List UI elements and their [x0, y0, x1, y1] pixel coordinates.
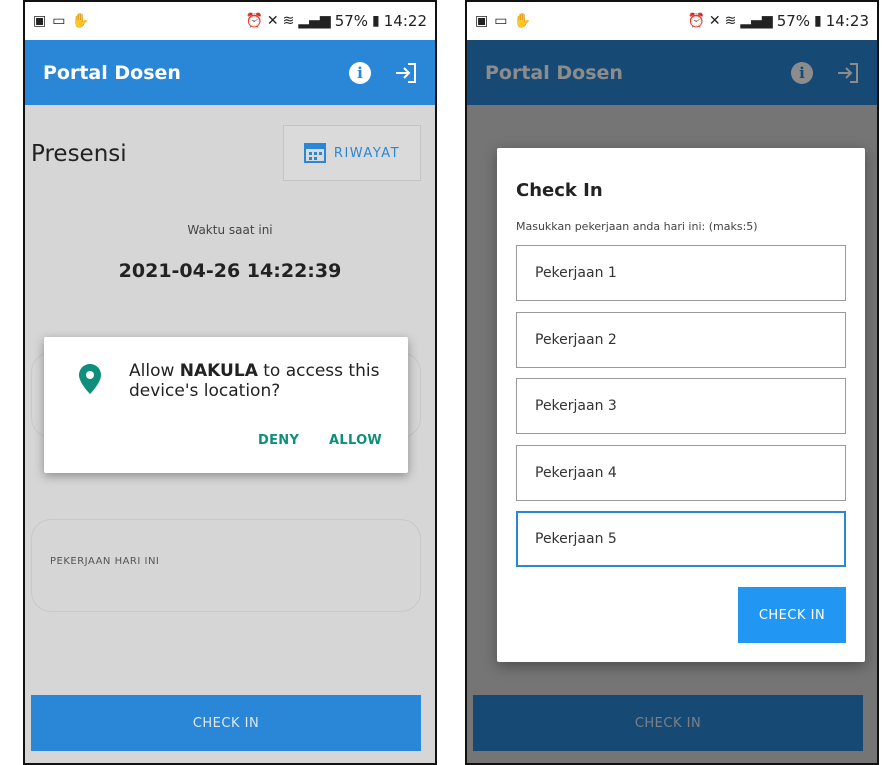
status-notification-icons: ▣ ▭ ✋ [475, 13, 531, 29]
pekerjaan-input-5[interactable] [516, 511, 846, 567]
pekerjaan-input-4[interactable] [516, 445, 846, 501]
app-title: Portal Dosen [43, 61, 181, 84]
checkin-button[interactable]: CHECK IN [31, 695, 421, 751]
current-time-label: Waktu saat ini [187, 223, 273, 237]
status-time: 14:23 [825, 12, 869, 30]
info-icon[interactable]: i [349, 61, 371, 84]
hand-icon: ✋ [513, 13, 531, 29]
signal-icon: ▂▄▆ [298, 13, 331, 29]
battery-icon: ▮ [814, 13, 822, 29]
screen-icon: ▭ [52, 13, 66, 29]
image-icon: ▣ [33, 13, 47, 29]
dialog-title: Check In [516, 180, 603, 201]
screen-icon: ▭ [494, 13, 508, 29]
checkin-dialog: Check In Masukkan pekerjaan anda hari in… [497, 148, 865, 662]
location-pin-icon [79, 364, 101, 394]
phone-screen-checkin: ▣ ▭ ✋ ⏰ ✕ ≋ ▂▄▆ 57% ▮ 14:23 Portal Dosen… [465, 0, 879, 765]
image-icon: ▣ [475, 13, 489, 29]
status-system-icons: ⏰ ✕ ≋ ▂▄▆ 57% ▮ 14:23 [687, 12, 869, 30]
pekerjaan-input-2[interactable] [516, 312, 846, 368]
mute-icon: ✕ [266, 13, 279, 29]
wifi-icon: ≋ [724, 13, 737, 29]
permission-app-name: NAKULA [179, 361, 258, 381]
status-bar: ▣ ▭ ✋ ⏰ ✕ ≋ ▂▄▆ 57% ▮ 14:23 [467, 2, 877, 40]
battery-percent: 57% [334, 12, 369, 30]
checkin-label: CHECK IN [192, 715, 260, 731]
presensi-content: Presensi RIWAYAT Waktu saat ini 2021-04-… [25, 105, 435, 763]
status-notification-icons: ▣ ▭ ✋ [33, 13, 89, 29]
allow-button[interactable]: ALLOW [329, 433, 382, 448]
pekerjaan-input-3[interactable] [516, 378, 846, 434]
status-bar: ▣ ▭ ✋ ⏰ ✕ ≋ ▂▄▆ 57% ▮ 14:22 [25, 2, 435, 40]
pekerjaan-card[interactable]: PEKERJAAN HARI INI [31, 519, 421, 612]
alarm-icon: ⏰ [245, 13, 263, 29]
dialog-checkin-button[interactable]: CHECK IN [738, 587, 846, 643]
dialog-subtitle: Masukkan pekerjaan anda hari ini: (maks:… [516, 220, 758, 233]
permission-message: Allow NAKULA to access this device's loc… [129, 361, 380, 401]
wifi-icon: ≋ [282, 13, 295, 29]
location-permission-dialog: Allow NAKULA to access this device's loc… [44, 337, 408, 473]
hand-icon: ✋ [71, 13, 89, 29]
alarm-icon: ⏰ [687, 13, 705, 29]
signal-icon: ▂▄▆ [740, 13, 773, 29]
mute-icon: ✕ [708, 13, 721, 29]
riwayat-button[interactable]: RIWAYAT [283, 125, 421, 181]
deny-button[interactable]: DENY [258, 433, 299, 448]
riwayat-label: RIWAYAT [333, 145, 401, 161]
pekerjaan-label: PEKERJAAN HARI INI [50, 556, 160, 567]
pekerjaan-input-1[interactable] [516, 245, 846, 301]
calendar-grid-icon [303, 143, 326, 163]
app-bar: Portal Dosen i [25, 40, 435, 105]
battery-percent: 57% [776, 12, 811, 30]
battery-icon: ▮ [372, 13, 380, 29]
page-title: Presensi [31, 141, 127, 167]
status-time: 14:22 [383, 12, 427, 30]
current-time-value: 2021-04-26 14:22:39 [118, 260, 342, 282]
dialog-checkin-label: CHECK IN [758, 607, 826, 623]
status-system-icons: ⏰ ✕ ≋ ▂▄▆ 57% ▮ 14:22 [245, 12, 427, 30]
phone-screen-presensi: ▣ ▭ ✋ ⏰ ✕ ≋ ▂▄▆ 57% ▮ 14:22 Portal Dosen… [23, 0, 437, 765]
logout-icon[interactable] [393, 60, 419, 86]
